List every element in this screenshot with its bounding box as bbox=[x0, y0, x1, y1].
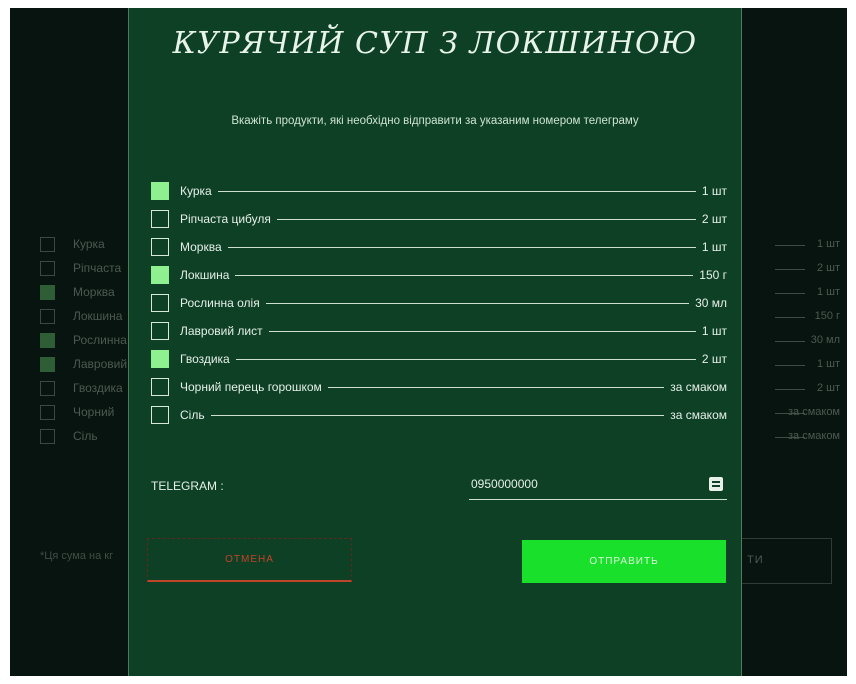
background-leader bbox=[775, 341, 805, 342]
background-checkbox bbox=[40, 357, 55, 372]
ingredient-name: Чорний перець горошком bbox=[180, 380, 328, 394]
ingredient-row[interactable]: Локшина 150 г bbox=[151, 264, 727, 286]
background-button-label: ТИ bbox=[747, 554, 764, 566]
background-ingredient-quantity: 1 шт bbox=[816, 286, 840, 298]
ingredient-checkbox[interactable] bbox=[151, 322, 169, 340]
ingredient-quantity: за смаком bbox=[664, 380, 727, 394]
background-ingredient-name: Гвоздика bbox=[73, 381, 123, 395]
ingredient-row[interactable]: Ріпчаста цибуля 2 шт bbox=[151, 208, 727, 230]
background-ingredient-name: Рослинна bbox=[73, 333, 127, 347]
app-frame: Курка 1 шт Ріпчаста 2 шт Морква 1 шт Локшина 15… bbox=[10, 8, 847, 676]
ingredient-name: Рослинна олія bbox=[180, 296, 266, 310]
ingredient-quantity: 1 шт bbox=[695, 184, 727, 198]
background-ingredient-quantity: за смаком bbox=[787, 406, 840, 418]
background-ingredient-name: Чорний bbox=[73, 405, 115, 419]
background-checkbox bbox=[40, 261, 55, 276]
dotted-leader bbox=[180, 359, 727, 360]
ingredient-quantity: 1 шт bbox=[695, 324, 727, 338]
cancel-button-label: ОТМЕНА bbox=[225, 554, 274, 565]
send-button[interactable]: ОТПРАВИТЬ bbox=[522, 540, 726, 583]
background-leader bbox=[775, 365, 805, 366]
ingredient-name: Ріпчаста цибуля bbox=[180, 212, 277, 226]
ingredient-checkbox[interactable] bbox=[151, 182, 169, 200]
background-ingredient-name: Морква bbox=[73, 285, 115, 299]
ingredient-name: Курка bbox=[180, 184, 218, 198]
ingredient-row[interactable]: Лавровий лист 1 шт bbox=[151, 320, 727, 342]
dotted-leader bbox=[180, 275, 727, 276]
dotted-leader bbox=[180, 415, 727, 416]
background-leader bbox=[775, 269, 805, 270]
cancel-button[interactable]: ОТМЕНА bbox=[147, 538, 352, 582]
ingredient-checkbox[interactable] bbox=[151, 266, 169, 284]
background-ingredient-name: Ріпчаста bbox=[73, 261, 122, 275]
recipe-send-dialog: КУРЯЧИЙ СУП З ЛОКШИНОЮ Вкажіть продукти,… bbox=[128, 8, 742, 676]
background-leader bbox=[775, 317, 805, 318]
ingredient-name: Лавровий лист bbox=[180, 324, 269, 338]
background-ingredient-quantity: за смаком bbox=[787, 430, 840, 442]
telegram-label: TELEGRAM : bbox=[151, 479, 224, 493]
background-ingredient-name: Курка bbox=[73, 237, 105, 251]
ingredient-row[interactable]: Чорний перець горошком за смаком bbox=[151, 376, 727, 398]
ingredient-row[interactable]: Сіль за смаком bbox=[151, 404, 727, 426]
background-checkbox bbox=[40, 333, 55, 348]
background-ingredient-name: Сіль bbox=[73, 429, 98, 443]
ingredient-quantity: за смаком bbox=[664, 408, 727, 422]
ingredient-quantity: 2 шт bbox=[695, 212, 727, 226]
dialog-title: КУРЯЧИЙ СУП З ЛОКШИНОЮ bbox=[172, 26, 698, 61]
ingredient-checkbox[interactable] bbox=[151, 294, 169, 312]
send-button-label: ОТПРАВИТЬ bbox=[589, 556, 659, 567]
background-checkbox bbox=[40, 285, 55, 300]
background-checkbox bbox=[40, 309, 55, 324]
background-ingredient-quantity: 30 мл bbox=[810, 334, 840, 346]
background-ingredient-quantity: 2 шт bbox=[816, 262, 840, 274]
dialog-subtitle: Вкажіть продукти, які необхідно відправи… bbox=[231, 115, 639, 127]
background-leader bbox=[775, 293, 805, 294]
background-leader bbox=[775, 389, 805, 390]
ingredient-checkbox[interactable] bbox=[151, 210, 169, 228]
background-checkbox bbox=[40, 405, 55, 420]
ingredient-quantity: 1 шт bbox=[695, 240, 727, 254]
background-button: ТИ bbox=[732, 538, 832, 584]
background-ingredient-name: Локшина bbox=[73, 309, 123, 323]
background-ingredient-name: Лавровий bbox=[73, 357, 128, 371]
ingredient-row[interactable]: Рослинна олія 30 мл bbox=[151, 292, 727, 314]
background-checkbox bbox=[40, 237, 55, 252]
ingredient-row[interactable]: Курка 1 шт bbox=[151, 180, 727, 202]
background-checkbox bbox=[40, 381, 55, 396]
ingredient-name: Гвоздика bbox=[180, 352, 236, 366]
ingredient-quantity: 150 г bbox=[693, 268, 727, 282]
dotted-leader bbox=[180, 191, 727, 192]
background-ingredient-quantity: 2 шт bbox=[816, 382, 840, 394]
background-leader bbox=[775, 245, 805, 246]
ingredient-checkbox[interactable] bbox=[151, 378, 169, 396]
background-ingredient-quantity: 1 шт bbox=[816, 238, 840, 250]
ingredient-quantity: 2 шт bbox=[695, 352, 727, 366]
background-note: *Ця сума на кг bbox=[40, 550, 114, 562]
contact-card-icon[interactable] bbox=[709, 477, 723, 491]
ingredient-row[interactable]: Гвоздика 2 шт bbox=[151, 348, 727, 370]
ingredient-checkbox[interactable] bbox=[151, 350, 169, 368]
telegram-input[interactable] bbox=[469, 470, 689, 498]
dotted-leader bbox=[180, 247, 727, 248]
background-ingredient-quantity: 150 г bbox=[814, 310, 840, 322]
ingredient-row[interactable]: Морква 1 шт bbox=[151, 236, 727, 258]
background-ingredient-quantity: 1 шт bbox=[816, 358, 840, 370]
ingredient-name: Сіль bbox=[180, 408, 211, 422]
background-checkbox bbox=[40, 429, 55, 444]
ingredient-quantity: 30 мл bbox=[689, 296, 727, 310]
ingredient-checkbox[interactable] bbox=[151, 406, 169, 424]
telegram-field bbox=[469, 470, 727, 500]
ingredient-name: Морква bbox=[180, 240, 228, 254]
ingredient-checkbox[interactable] bbox=[151, 238, 169, 256]
ingredient-name: Локшина bbox=[180, 268, 236, 282]
